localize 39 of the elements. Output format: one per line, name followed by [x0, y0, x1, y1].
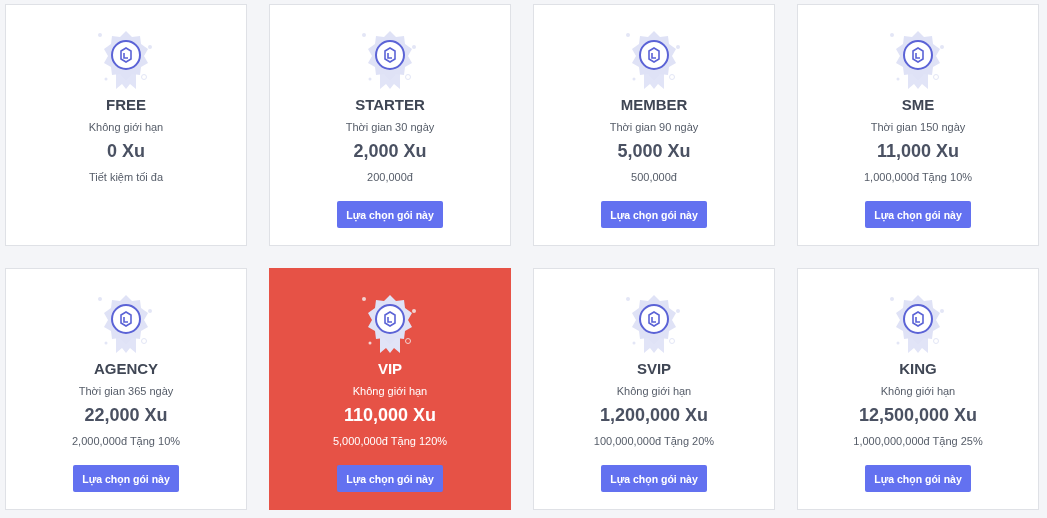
plan-duration: Không giới hạn — [880, 385, 956, 397]
plan-duration: Không giới hạn — [88, 121, 164, 133]
plan-name: KING — [899, 360, 937, 377]
select-plan-button[interactable]: Lựa chọn gói này — [73, 465, 179, 492]
plan-note: Tiết kiệm tối đa — [88, 171, 164, 183]
plan-note: 2,000,000đ Tặng 10% — [71, 435, 181, 447]
plan-note: 1,000,000đ Tặng 10% — [863, 171, 973, 183]
plan-name: SVIP — [636, 360, 672, 377]
plan-duration: Thời gian 30 ngày — [345, 121, 435, 133]
plan-name: AGENCY — [93, 360, 159, 377]
plan-note: 1,000,000,000đ Tặng 25% — [853, 435, 983, 447]
plan-duration: Không giới hạn — [352, 385, 428, 397]
plan-note: 100,000,000đ Tặng 20% — [593, 435, 715, 447]
plan-note: 200,000đ — [367, 171, 413, 183]
plan-duration: Thời gian 150 ngày — [870, 121, 966, 133]
plan-price: 110,000 Xu — [343, 405, 437, 426]
select-plan-button[interactable]: Lựa chọn gói này — [601, 465, 707, 492]
select-plan-button[interactable]: Lựa chọn gói này — [337, 465, 443, 492]
select-plan-button[interactable]: Lựa chọn gói này — [865, 201, 971, 228]
plan-duration: Không giới hạn — [616, 385, 692, 397]
plan-price: 5,000 Xu — [617, 141, 691, 162]
plan-price: 11,000 Xu — [876, 141, 960, 162]
select-plan-button[interactable]: Lựa chọn gói này — [601, 201, 707, 228]
plan-price: 22,000 Xu — [84, 405, 168, 426]
plan-name: MEMBER — [620, 96, 688, 113]
plan-note: 5,000,000đ Tặng 120% — [332, 435, 448, 447]
plan-name: FREE — [106, 96, 146, 113]
plan-name: STARTER — [355, 96, 425, 113]
plan-price: 2,000 Xu — [353, 141, 427, 162]
plan-price: 12,500,000 Xu — [858, 405, 978, 426]
plan-price: 1,200,000 Xu — [599, 405, 709, 426]
plan-duration: Thời gian 365 ngày — [78, 385, 174, 397]
plan-price: 0 Xu — [107, 141, 145, 162]
plan-duration: Thời gian 90 ngày — [609, 121, 699, 133]
select-plan-button[interactable]: Lựa chọn gói này — [865, 465, 971, 492]
plan-note: 500,000đ — [631, 171, 677, 183]
select-plan-button[interactable]: Lựa chọn gói này — [337, 201, 443, 228]
plan-name: VIP — [377, 360, 403, 377]
plan-name: SME — [901, 96, 935, 113]
